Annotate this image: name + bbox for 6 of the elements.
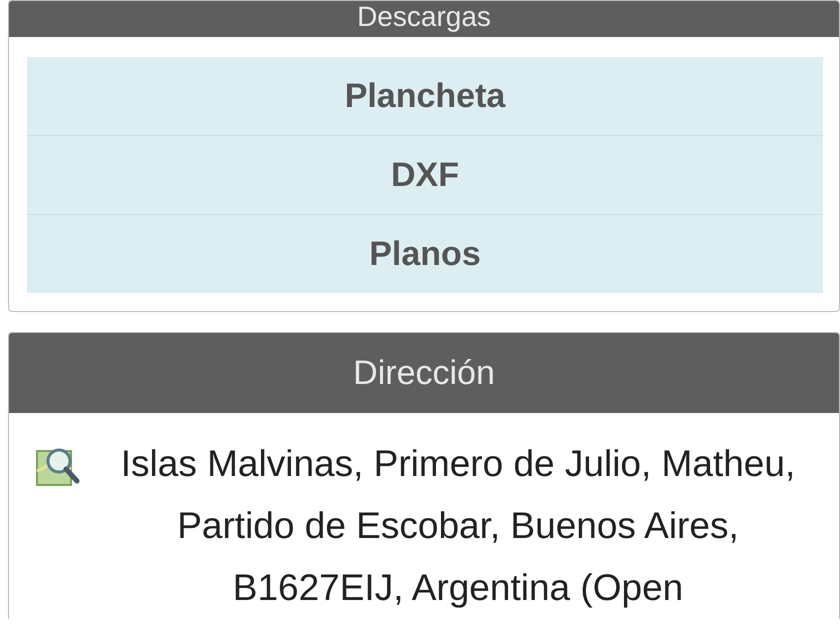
- download-link[interactable]: Plancheta: [27, 57, 823, 135]
- panel-header: Descargas: [9, 1, 839, 37]
- download-link[interactable]: DXF: [27, 135, 823, 214]
- download-link[interactable]: Planos: [27, 214, 823, 293]
- address-text: Islas Malvinas, Primero de Julio, Matheu, Partido de Escobar, Buenos Aires, B1627EIJ, Argentina (Open: [120, 442, 796, 610]
- panel-header: Dirección: [9, 333, 839, 413]
